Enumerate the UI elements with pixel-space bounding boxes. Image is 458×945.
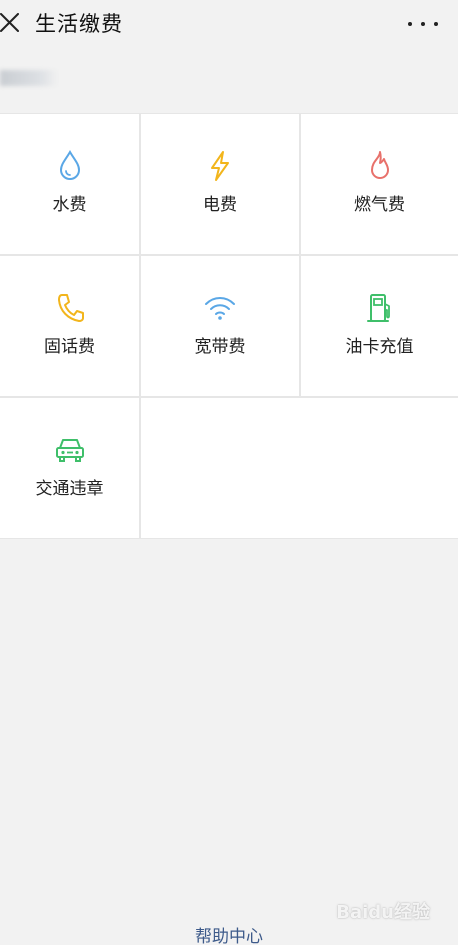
flame-icon bbox=[370, 151, 389, 179]
close-icon bbox=[0, 13, 19, 32]
header-bar: 生活缴费 bbox=[0, 0, 458, 50]
service-item-electricity[interactable]: 电费 bbox=[141, 114, 299, 254]
fuel-pump-icon bbox=[366, 294, 390, 322]
empty-grid-cell bbox=[141, 398, 458, 538]
car-icon bbox=[55, 439, 84, 462]
more-dots-icon bbox=[421, 22, 425, 26]
help-center-link[interactable]: 帮助中心 bbox=[0, 925, 458, 945]
close-button[interactable] bbox=[0, 10, 22, 36]
more-button[interactable] bbox=[408, 14, 438, 34]
wifi-icon bbox=[205, 297, 235, 320]
service-label: 宽带费 bbox=[194, 337, 246, 357]
life-payment-page: 生活缴费 水费 电费 燃气费 固话费 宽带费 油卡充值 交通违章 Baidu经验… bbox=[0, 0, 458, 945]
service-label: 燃气费 bbox=[354, 195, 405, 215]
service-grid: 水费 电费 燃气费 固话费 宽带费 油卡充值 交通违章 bbox=[0, 113, 458, 539]
more-dots-icon bbox=[434, 22, 438, 26]
water-drop-icon bbox=[59, 150, 80, 180]
service-item-gas[interactable]: 燃气费 bbox=[301, 114, 458, 254]
lightning-icon bbox=[211, 151, 229, 181]
service-item-traffic-violation[interactable]: 交通违章 bbox=[0, 398, 139, 538]
service-label: 油卡充值 bbox=[345, 337, 414, 357]
service-item-broadband[interactable]: 宽带费 bbox=[141, 256, 299, 396]
service-label: 固话费 bbox=[44, 337, 95, 357]
page-title: 生活缴费 bbox=[35, 12, 123, 36]
service-item-water[interactable]: 水费 bbox=[0, 114, 139, 254]
watermark-text: Baidu经验 bbox=[336, 902, 430, 923]
service-item-landline[interactable]: 固话费 bbox=[0, 256, 139, 396]
phone-icon bbox=[57, 294, 84, 322]
account-info-blurred bbox=[0, 70, 58, 86]
service-label: 交通违章 bbox=[35, 479, 104, 499]
service-label: 电费 bbox=[203, 195, 237, 215]
service-item-fuel-card[interactable]: 油卡充值 bbox=[301, 256, 458, 396]
more-dots-icon bbox=[408, 22, 412, 26]
service-label: 水费 bbox=[52, 195, 87, 215]
